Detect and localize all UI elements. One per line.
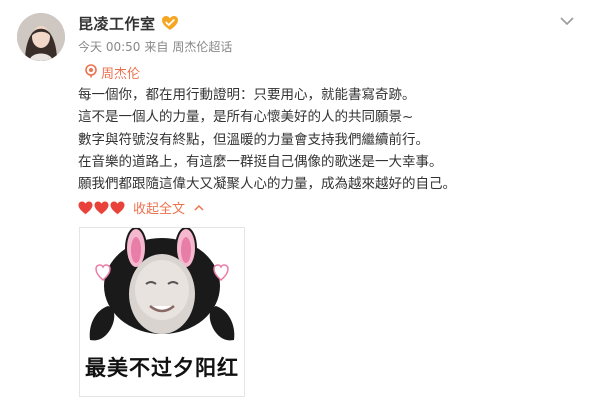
post-actions: 收起全文 — [78, 198, 205, 217]
heart-icon — [94, 200, 109, 214]
chevron-up-icon[interactable] — [193, 203, 205, 213]
author-name[interactable]: 昆凌工作室 — [78, 13, 156, 34]
avatar-image — [17, 13, 65, 61]
verified-badge-icon — [161, 15, 179, 31]
content-line: 在音樂的道路上，有這麼一群挺自己偶像的歌迷是一大幸事。 — [78, 153, 443, 170]
source-prefix: 来自 — [144, 40, 169, 54]
post-source[interactable]: 周杰伦超话 — [172, 38, 232, 55]
post-image-sticker[interactable]: 最美不过夕阳红 — [79, 227, 245, 397]
post-meta: 今天 00:50 来自 周杰伦超话 — [78, 38, 232, 55]
sticker-caption: 最美不过夕阳红 — [85, 356, 239, 380]
content-line: 數字與符號沒有終點，但溫暖的力量會支持我們繼續前行。 — [78, 131, 429, 148]
super-topic-icon — [84, 63, 98, 82]
collapse-full-text-link[interactable]: 收起全文 — [133, 198, 185, 217]
content-line: 每一個你，都在用行動證明：只要用心，就能書寫奇跡。 — [78, 87, 416, 103]
content-line: 這不是一個人的力量，是所有心懷美好的人的共同願景~ — [78, 109, 414, 126]
author-row: 昆凌工作室 — [78, 12, 179, 34]
heart-icon — [110, 200, 125, 214]
post-menu-chevron-icon[interactable] — [558, 13, 576, 27]
post-content: 每一個你，都在用行動證明：只要用心，就能書寫奇跡。 這不是一個人的力量，是所有心… — [78, 84, 578, 195]
heart-icon — [78, 200, 93, 214]
post-time[interactable]: 今天 00:50 — [78, 38, 140, 55]
content-line: 願我們都跟隨這偉大又凝聚人心的力量，成為越來越好的自己。 — [78, 176, 456, 193]
super-topic-link[interactable]: 周杰伦 — [84, 63, 140, 82]
hearts-emoji — [78, 200, 125, 215]
super-topic-label: 周杰伦 — [101, 67, 141, 82]
avatar[interactable] — [17, 13, 65, 61]
